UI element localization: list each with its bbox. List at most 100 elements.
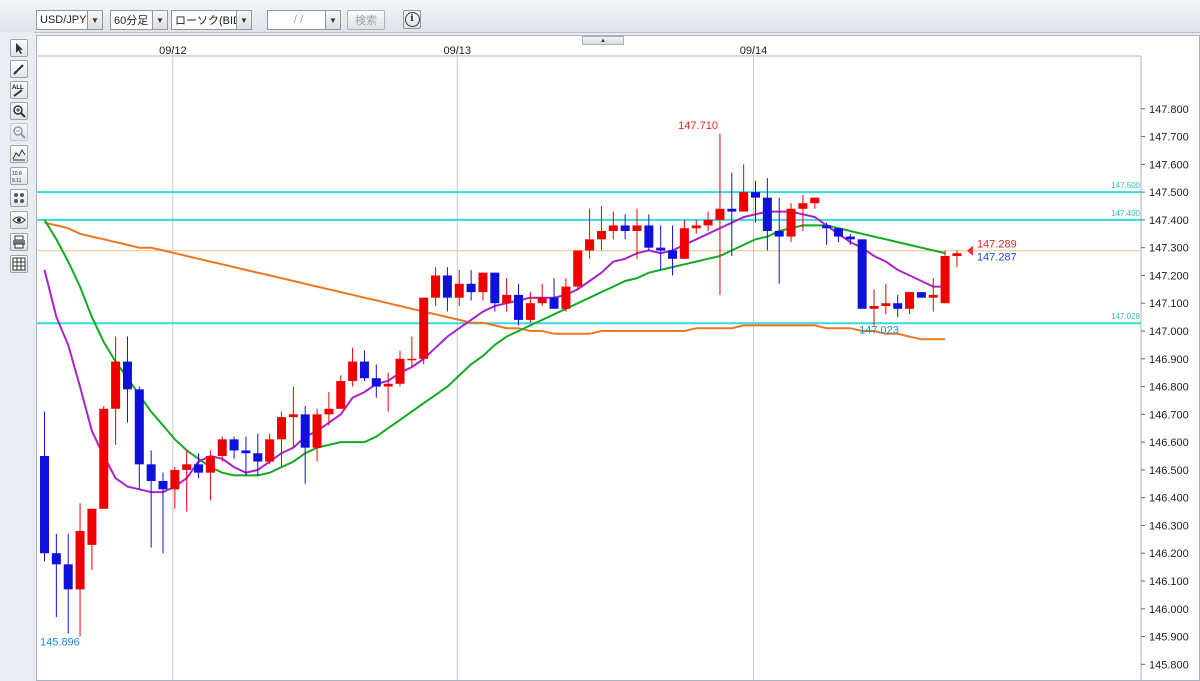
horizontal-line-label: 147.400 (1111, 209, 1140, 218)
pencil-icon[interactable] (10, 60, 28, 78)
zoom-out-icon[interactable] (10, 123, 28, 141)
candle (916, 292, 926, 298)
candle (442, 267, 452, 312)
candle (893, 294, 903, 318)
candle-body (253, 453, 263, 462)
erase-all-icon[interactable]: ALL (10, 81, 28, 99)
grid (38, 46, 1142, 680)
candle-body (395, 358, 405, 384)
candle-body (952, 253, 962, 256)
chevron-down-icon[interactable]: ▼ (236, 11, 251, 29)
candle-body (40, 456, 49, 554)
candle-body (490, 272, 500, 304)
y-tick-label: 146.700 (1149, 409, 1189, 421)
chevron-down-icon[interactable]: ▼ (325, 11, 340, 29)
candle-body (596, 231, 606, 240)
cursor-icon[interactable] (10, 39, 28, 57)
price-table-icon[interactable]: 10.8 9.11 (10, 167, 28, 185)
chevron-down-icon[interactable]: ▼ (152, 11, 167, 29)
candle-body (419, 297, 429, 359)
chevron-down-icon[interactable]: ▼ (87, 11, 102, 29)
candle (63, 533, 73, 634)
candle (348, 347, 358, 387)
candle-body (63, 564, 73, 590)
candle (478, 272, 488, 301)
candle-body (431, 275, 441, 298)
candle (407, 336, 417, 368)
date-axis: 09/12 09/13 09/14 (159, 45, 767, 57)
x-date-label: 09/14 (740, 45, 768, 57)
current-price-marker-icon (966, 245, 973, 256)
candle (857, 239, 867, 309)
ma-mid-line (43, 219, 946, 477)
settings-icon[interactable] (10, 255, 28, 273)
candle (51, 533, 61, 618)
x-date-label: 09/13 (443, 45, 471, 57)
candle-body (324, 408, 334, 415)
chart-type-value: ローソク(BID) (175, 15, 245, 27)
candles (40, 133, 962, 637)
collapse-handle-icon[interactable]: ▲ (582, 36, 624, 45)
y-tick-label: 146.900 (1149, 354, 1189, 366)
candle (288, 386, 298, 448)
candle (703, 211, 713, 231)
y-tick-label: 147.000 (1149, 326, 1189, 338)
candle (170, 467, 180, 509)
candle-body (407, 358, 417, 361)
candle (158, 472, 168, 554)
candle (75, 503, 85, 637)
candle (525, 292, 535, 323)
candle-body (466, 283, 476, 293)
candle (810, 197, 820, 209)
candle-body (881, 303, 891, 306)
candle-body (158, 481, 168, 490)
candle-body (300, 414, 310, 448)
candle (905, 292, 915, 315)
candle-body (573, 250, 583, 287)
candle-body (644, 225, 654, 248)
candle-body (277, 417, 286, 440)
candle-body (265, 439, 275, 462)
y-tick-label: 147.800 (1149, 104, 1189, 116)
print-icon[interactable] (10, 233, 28, 251)
symbol-select[interactable]: USD/JPY ▼ (36, 10, 103, 30)
candle (774, 197, 784, 284)
y-tick-label: 146.400 (1149, 493, 1189, 505)
timeframe-select[interactable]: 60分足 ▼ (110, 10, 168, 30)
chart-panel[interactable]: 147.500 147.400 147.028 147.800 147.700 147.… (36, 35, 1200, 681)
indicator-icon[interactable] (10, 145, 28, 163)
candle-body (751, 192, 760, 198)
candle (122, 336, 132, 423)
candle (822, 222, 832, 245)
chart-type-select[interactable]: ローソク(BID) ▼ (171, 10, 252, 30)
candle (99, 406, 109, 509)
candle-body (905, 292, 915, 309)
candle-body (679, 228, 689, 259)
search-button[interactable]: 検索 (347, 10, 385, 30)
y-tick-label: 146.500 (1149, 465, 1189, 477)
svg-text:9.11: 9.11 (12, 178, 22, 184)
candle-body (774, 231, 784, 237)
candle-body (229, 439, 239, 451)
candle-body (940, 256, 950, 304)
date-input[interactable]: / / ▼ (267, 10, 341, 30)
trend-icon[interactable] (10, 189, 28, 207)
info-button[interactable]: i (403, 10, 421, 29)
y-tick-label: 145.900 (1149, 632, 1189, 644)
horizontal-line-label: 147.028 (1111, 312, 1140, 321)
y-tick-label: 147.100 (1149, 298, 1189, 310)
x-date-label: 09/12 (159, 45, 187, 57)
y-tick-label: 145.800 (1149, 659, 1189, 671)
candlestick-chart[interactable]: 147.500147.400147.028 147.800147.700147.… (37, 36, 1200, 681)
candle (40, 411, 49, 562)
svg-text:10.8: 10.8 (12, 171, 22, 177)
zoom-in-icon[interactable] (10, 102, 28, 120)
eye-icon[interactable] (10, 211, 28, 229)
candle-body (99, 408, 109, 509)
candle-body (442, 275, 452, 298)
candle-body (348, 361, 358, 381)
candle-body (359, 361, 369, 379)
toolbar: USD/JPY ▼ 60分足 ▼ ローソク(BID) ▼ / / ▼ 検索 i (0, 0, 1200, 33)
candle-body (893, 303, 903, 309)
y-tick-label: 147.700 (1149, 132, 1189, 144)
